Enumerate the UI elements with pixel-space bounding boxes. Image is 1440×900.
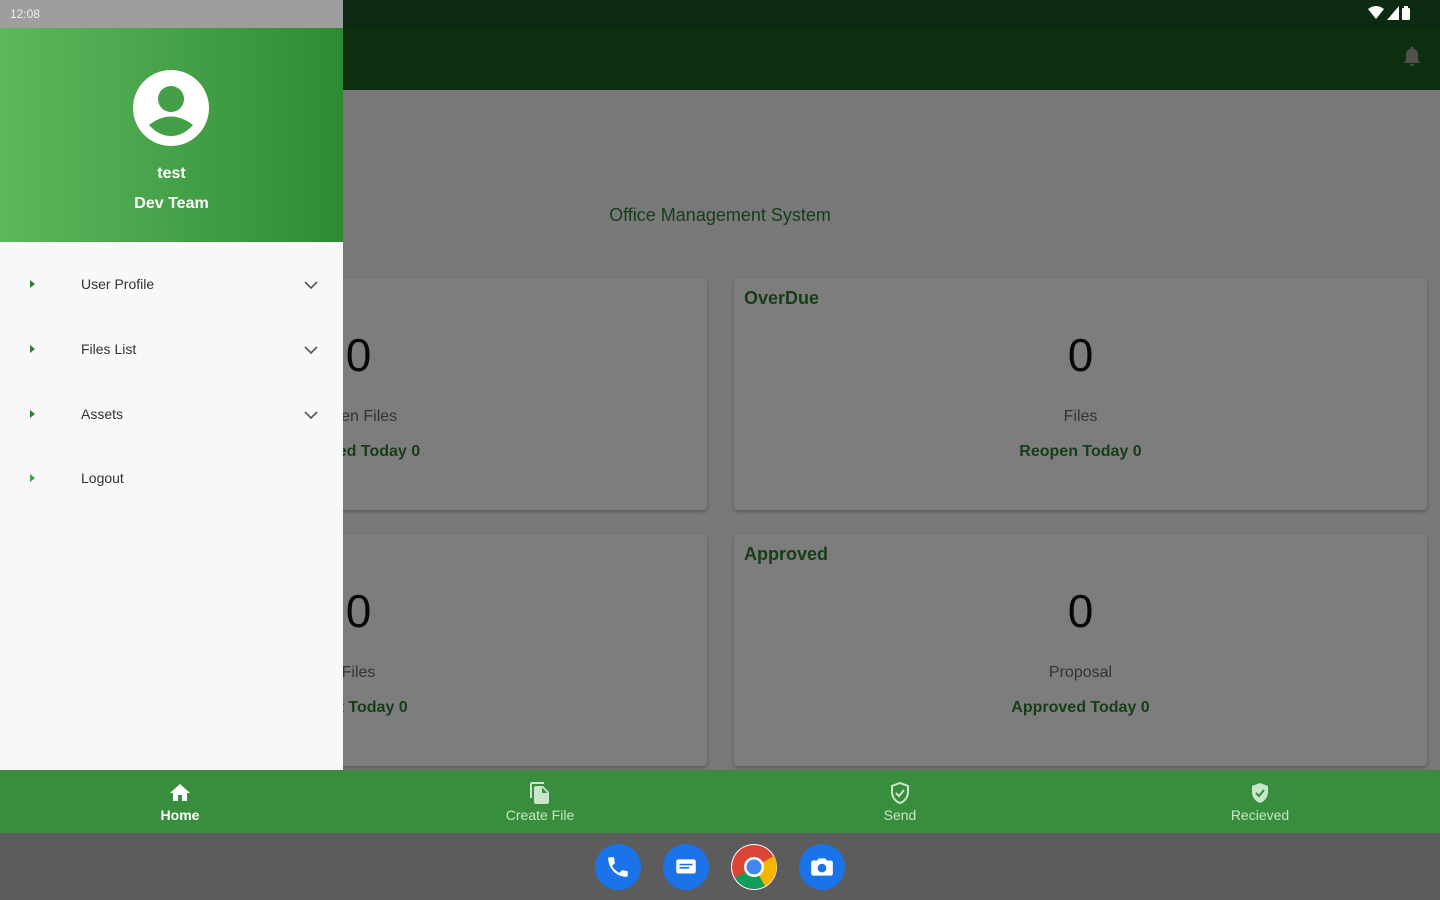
nav-home[interactable]: Home <box>0 770 360 833</box>
drawer-item-user-profile[interactable]: User Profile <box>0 255 343 315</box>
arrow-right-icon <box>30 474 35 482</box>
drawer-item-label: Logout <box>81 470 124 486</box>
shield-check-outline-icon <box>891 781 909 804</box>
user-team: Dev Team <box>134 195 209 212</box>
arrow-right-icon <box>30 280 35 288</box>
nav-create-file-label: Create File <box>505 806 575 823</box>
arrow-right-icon <box>30 410 35 418</box>
drawer-item-assets[interactable]: Assets <box>0 385 343 445</box>
chevron-down-icon[interactable] <box>302 406 320 424</box>
nav-received[interactable]: Recieved <box>1080 770 1440 833</box>
user-name: test <box>157 165 186 182</box>
chevron-down-icon[interactable] <box>302 341 320 359</box>
navigation-drawer: test Dev Team User Profile Files List As… <box>0 28 343 770</box>
system-status-icons <box>1368 6 1410 20</box>
drawer-item-label: User Profile <box>81 276 155 292</box>
battery-icon <box>1402 6 1410 20</box>
wifi-icon <box>1368 6 1384 19</box>
chrome-icon <box>732 844 777 889</box>
messages-icon <box>676 858 696 873</box>
chevron-down-icon[interactable] <box>302 276 320 294</box>
home-icon <box>170 783 190 801</box>
status-time-overlay: 12:08 <box>10 7 41 21</box>
phone-app[interactable] <box>595 843 641 890</box>
drawer-item-logout[interactable]: Logout <box>0 449 343 509</box>
drawer-header: test Dev Team <box>0 28 343 242</box>
camera-icon <box>811 857 833 876</box>
file-copy-icon <box>530 781 549 804</box>
status-bar-scrim <box>0 0 343 28</box>
phone-icon <box>608 856 628 877</box>
arrow-right-icon <box>30 345 35 353</box>
shield-check-filled-icon <box>1252 782 1268 803</box>
bottom-navigation: Home Create File Send Recieved <box>0 770 1440 833</box>
drawer-item-label: Files List <box>81 341 137 357</box>
drawer-item-files-list[interactable]: Files List <box>0 320 343 380</box>
user-avatar-icon[interactable] <box>133 70 209 146</box>
nav-home-label: Home <box>160 806 200 823</box>
nav-send-label: Send <box>883 806 917 823</box>
system-dock <box>0 833 1440 900</box>
chrome-app[interactable] <box>731 843 777 890</box>
messages-app[interactable] <box>663 843 709 890</box>
nav-create-file[interactable]: Create File <box>360 770 720 833</box>
nav-received-label: Recieved <box>1230 806 1290 823</box>
signal-icon <box>1387 6 1399 20</box>
camera-app[interactable] <box>799 843 845 890</box>
drawer-item-label: Assets <box>81 406 124 422</box>
nav-send[interactable]: Send <box>720 770 1080 833</box>
